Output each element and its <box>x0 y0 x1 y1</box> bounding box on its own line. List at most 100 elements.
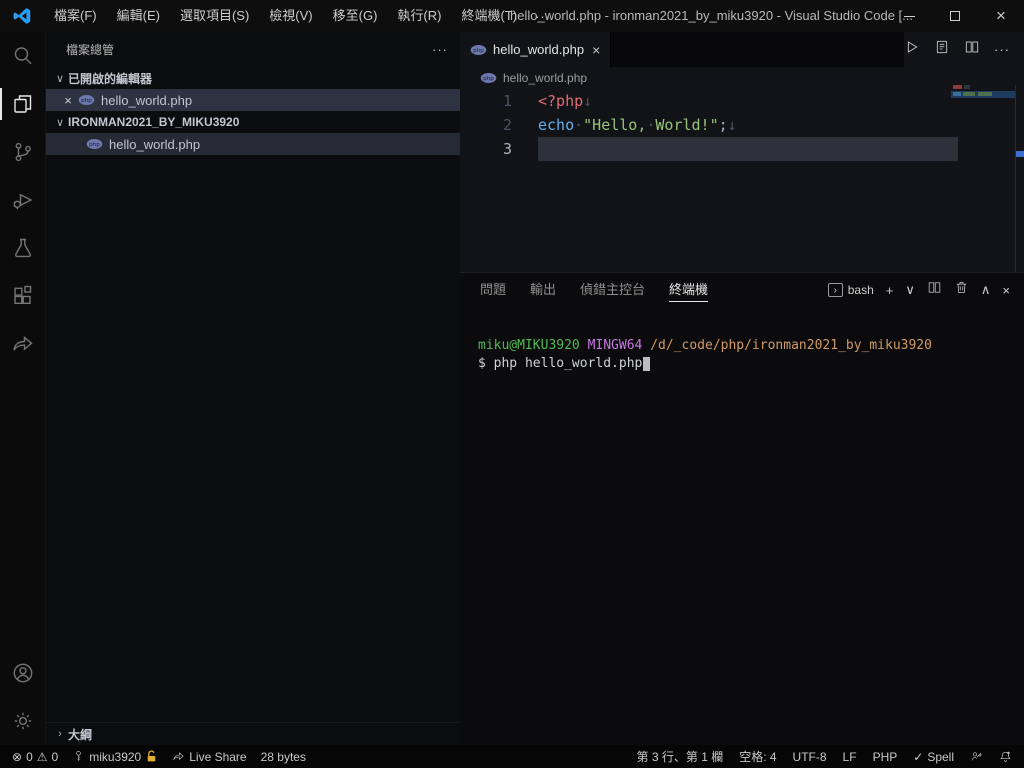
menu-go[interactable]: 移至(G) <box>323 0 388 32</box>
maximize-icon <box>950 11 960 21</box>
terminal-prompt-path: /d/_code/php/ironman2021_by_miku3920 <box>650 338 932 353</box>
terminal-prompt-env: MINGW64 <box>587 338 643 353</box>
settings-gear-icon[interactable] <box>0 697 45 745</box>
feedback-icon <box>970 750 983 763</box>
minimize-icon <box>903 15 915 17</box>
split-terminal-icon[interactable] <box>927 280 942 300</box>
run-debug-icon[interactable] <box>0 176 45 224</box>
tab-hello-world-php[interactable]: php hello_world.php × <box>460 32 612 67</box>
outline-label: 大綱 <box>68 727 93 742</box>
run-file-button[interactable] <box>904 39 920 60</box>
error-icon: ⊗ <box>12 749 23 764</box>
open-editors-label: 已開啟的編輯器 <box>68 71 153 86</box>
tab-close-icon[interactable]: × <box>592 42 600 58</box>
terminal-dropdown-icon[interactable]: ∨ <box>905 282 915 298</box>
account-status[interactable]: miku3920 <box>72 750 158 764</box>
file-size-status[interactable]: 28 bytes <box>261 750 306 764</box>
error-count: 0 <box>26 749 33 764</box>
encoding-status[interactable]: UTF-8 <box>793 750 827 764</box>
close-panel-icon[interactable]: × <box>1002 283 1010 298</box>
editor-tab-bar: php hello_world.php × ··· <box>460 32 1024 67</box>
indentation-status[interactable]: 空格: 4 <box>739 748 776 765</box>
chevron-down-icon: ∨ <box>55 72 65 85</box>
window-title: hello_world.php - ironman2021_by_miku392… <box>510 8 914 23</box>
close-icon: × <box>996 6 1006 25</box>
problems-status[interactable]: ⊗ 0 ⚠ 0 <box>12 750 58 764</box>
terminal-command: $ php hello_world.php <box>478 356 643 371</box>
shell-name: bash <box>847 283 874 297</box>
svg-text:php: php <box>81 98 92 104</box>
live-share-status[interactable]: Live Share <box>172 750 247 764</box>
sidebar-title: 檔案總管 <box>66 43 115 57</box>
menu-view[interactable]: 檢視(V) <box>259 0 322 32</box>
chevron-down-icon: ∨ <box>55 116 65 129</box>
minimap[interactable] <box>951 85 1015 185</box>
accounts-icon[interactable] <box>0 649 45 697</box>
file-tree-item[interactable]: php hello_world.php <box>46 133 460 155</box>
menu-file[interactable]: 檔案(F) <box>44 0 107 32</box>
folder-section[interactable]: ∨ IRONMAN2021_BY_MIKU3920 <box>46 111 460 133</box>
explorer-icon[interactable] <box>0 80 45 128</box>
menu-run[interactable]: 執行(R) <box>387 0 451 32</box>
explorer-sidebar: 檔案總管 ··· ∨ 已開啟的編輯器 × php hello_world.php… <box>45 32 461 745</box>
php-file-icon: php <box>480 73 497 83</box>
extensions-icon[interactable] <box>0 272 45 320</box>
lock-icon <box>145 750 158 763</box>
eol-status[interactable]: LF <box>843 750 857 764</box>
folder-name: IRONMAN2021_BY_MIKU3920 <box>68 115 240 129</box>
chevron-right-icon: › <box>58 728 62 740</box>
maximize-button[interactable] <box>932 0 978 32</box>
kill-terminal-icon[interactable] <box>954 280 969 300</box>
testing-icon[interactable] <box>0 224 45 272</box>
source-control-icon[interactable] <box>0 128 45 176</box>
tab-label: hello_world.php <box>493 42 585 57</box>
code-area[interactable]: 1 <?php↓ 2 echo·"Hello,·World!";↓ 3 <box>460 89 1024 161</box>
tab-terminal[interactable]: 終端機 <box>669 273 709 307</box>
split-editor-button[interactable] <box>964 39 980 60</box>
activity-bar <box>0 32 45 745</box>
tab-debug-console[interactable]: 偵錯主控台 <box>580 273 645 307</box>
language-mode-status[interactable]: PHP <box>873 750 898 764</box>
breadcrumb[interactable]: php hello_world.php <box>460 67 1024 89</box>
check-icon: ✓ <box>913 749 924 764</box>
run-php-file-button[interactable] <box>934 39 950 60</box>
minimize-button[interactable] <box>886 0 932 32</box>
open-editor-filename: hello_world.php <box>101 92 193 108</box>
eol-value: LF <box>842 749 857 764</box>
maximize-panel-icon[interactable]: ∧ <box>981 282 991 298</box>
line-number: 1 <box>502 92 512 110</box>
php-file-icon: php <box>470 44 487 55</box>
open-editors-section[interactable]: ∨ 已開啟的編輯器 <box>46 67 460 89</box>
notifications-status[interactable] <box>999 750 1012 763</box>
feedback-status[interactable] <box>970 750 983 763</box>
open-editor-item[interactable]: × php hello_world.php <box>46 89 460 111</box>
explorer-more-actions-icon[interactable]: ··· <box>432 42 448 57</box>
status-bar: ⊗ 0 ⚠ 0 miku3920 Live Share 28 bytes 第 3… <box>0 745 1024 768</box>
overview-ruler[interactable] <box>1015 85 1024 272</box>
terminal-shell-selector[interactable]: › bash <box>827 283 874 297</box>
outline-section[interactable]: › 大綱 <box>46 722 461 745</box>
live-share-icon[interactable] <box>0 320 45 368</box>
breadcrumb-item[interactable]: hello_world.php <box>503 71 587 85</box>
terminal-output[interactable]: miku@MIKU3920 MINGW64 /d/_code/php/ironm… <box>460 307 1024 373</box>
php-file-icon: php <box>86 139 103 149</box>
close-button[interactable]: × <box>978 0 1024 32</box>
editor-group: php hello_world.php × ··· php hello_worl… <box>460 32 1024 272</box>
close-editor-icon[interactable]: × <box>60 93 76 108</box>
new-terminal-icon[interactable]: + <box>886 283 894 298</box>
tab-output[interactable]: 輸出 <box>530 273 556 307</box>
menu-selection[interactable]: 選取項目(S) <box>170 0 259 32</box>
line-number-active: 3 <box>502 140 512 158</box>
editor-more-actions-icon[interactable]: ··· <box>994 42 1010 57</box>
search-icon[interactable] <box>0 32 45 80</box>
spell-status[interactable]: ✓ Spell <box>913 750 954 764</box>
menu-edit[interactable]: 編輯(E) <box>107 0 170 32</box>
tab-problems[interactable]: 問題 <box>480 273 506 307</box>
terminal-cursor <box>643 356 651 371</box>
bell-icon <box>999 750 1012 763</box>
php-file-icon: php <box>78 95 95 105</box>
whitespace-arrow: ↓ <box>727 116 737 134</box>
cursor-position-status[interactable]: 第 3 行、第 1 欄 <box>637 748 724 765</box>
code-token: echo <box>538 116 575 134</box>
code-token: World!" <box>655 116 719 134</box>
